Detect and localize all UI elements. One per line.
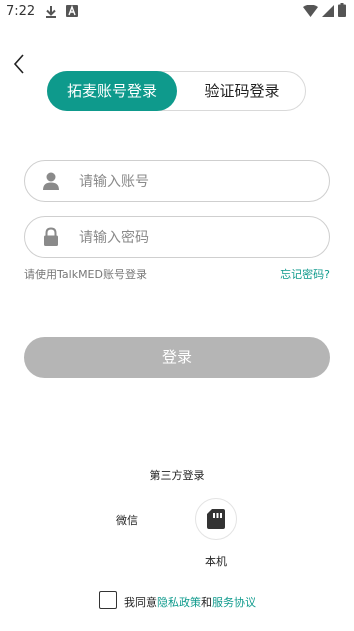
- account-input[interactable]: [77, 161, 321, 203]
- local-login-button[interactable]: [195, 498, 237, 540]
- signal-icon: [322, 5, 334, 17]
- user-icon: [43, 172, 59, 190]
- wechat-login-label[interactable]: 微信: [116, 512, 138, 528]
- privacy-policy-link[interactable]: 隐私政策: [157, 596, 201, 609]
- login-page: 7:22 拓麦账号登录 验证码登录 请输入账号 请使用TalkMED账号登录 忘…: [0, 0, 354, 631]
- password-field: [24, 216, 330, 259]
- account-hint: 请使用TalkMED账号登录: [24, 268, 147, 281]
- local-login-label: 本机: [205, 555, 227, 568]
- back-button[interactable]: [8, 52, 32, 76]
- lock-icon: [44, 227, 58, 246]
- sim-card-icon: [207, 509, 225, 529]
- account-field: [24, 160, 330, 203]
- agreement-and: 和: [201, 596, 212, 609]
- battery-icon: [338, 3, 346, 17]
- login-mode-tabs: 拓麦账号登录 验证码登录: [47, 71, 306, 111]
- agreement-prefix: 我同意: [124, 596, 157, 609]
- service-agreement-link[interactable]: 服务协议: [212, 596, 256, 609]
- chevron-left-icon: [13, 54, 24, 74]
- status-bar: 7:22: [0, 0, 354, 24]
- agreement-checkbox[interactable]: [99, 591, 117, 609]
- password-input[interactable]: [77, 217, 321, 259]
- wifi-icon: [303, 5, 318, 17]
- third-party-title: 第三方登录: [149, 469, 205, 482]
- forgot-password-link[interactable]: 忘记密码?: [280, 266, 330, 282]
- tab-code-login[interactable]: 验证码登录: [177, 71, 307, 111]
- notification-a-icon: [66, 5, 78, 17]
- agreement-text: 我同意隐私政策和服务协议: [124, 594, 256, 610]
- tab-account-login[interactable]: 拓麦账号登录: [47, 71, 177, 111]
- download-icon: [46, 6, 56, 18]
- login-button[interactable]: 登录: [24, 337, 330, 378]
- status-time: 7:22: [6, 4, 36, 19]
